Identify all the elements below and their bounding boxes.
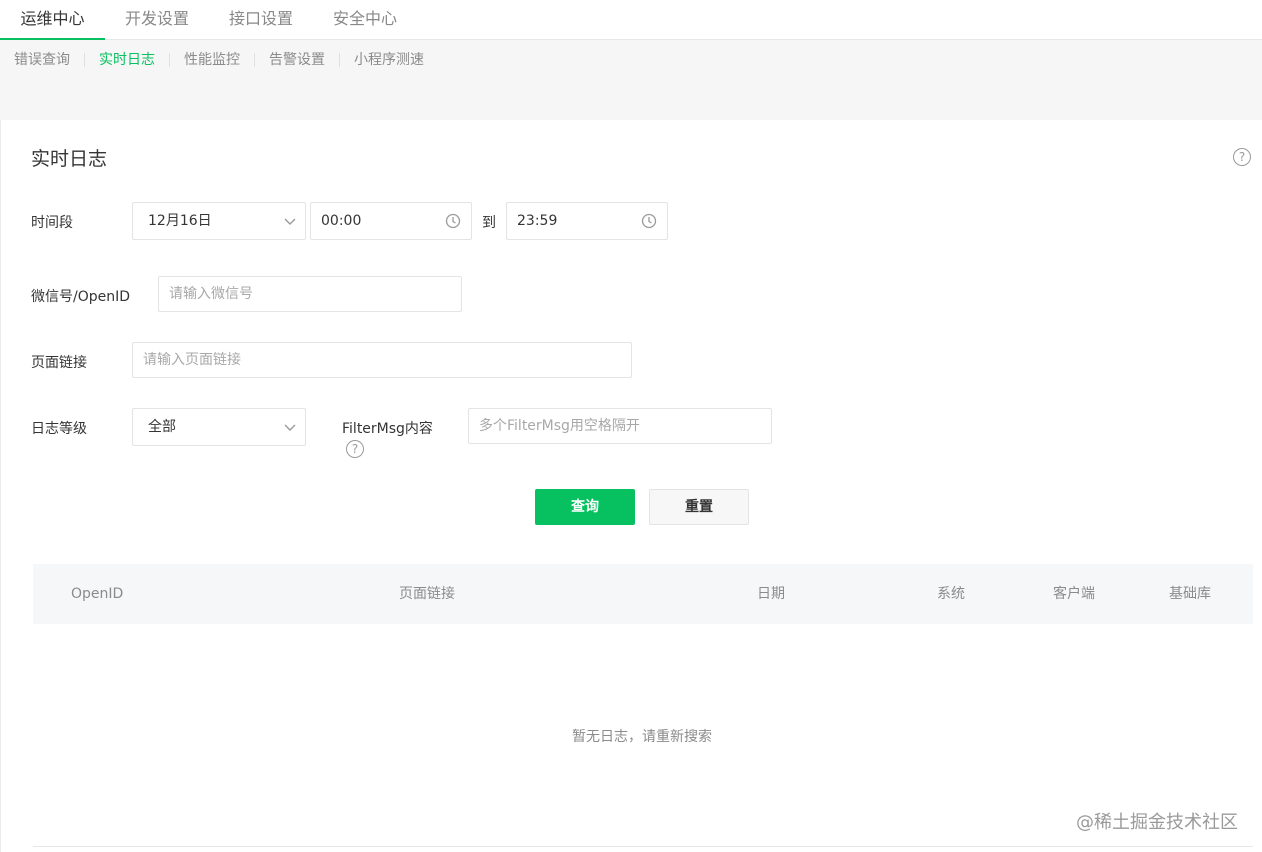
sub-nav: 错误查询 实时日志 性能监控 告警设置 小程序测速 (0, 40, 438, 80)
to-label: 到 (482, 215, 496, 231)
empty-state-text: 暂无日志，请重新搜索 (572, 729, 712, 745)
subnav-performance[interactable]: 性能监控 (170, 53, 255, 67)
wechat-id-field[interactable] (158, 276, 462, 312)
help-icon[interactable]: ? (1233, 148, 1251, 166)
col-date: 日期 (757, 586, 785, 602)
tab-security-center[interactable]: 安全中心 (320, 0, 410, 40)
subnav-speed-test[interactable]: 小程序测速 (340, 53, 438, 67)
clock-icon (445, 213, 461, 229)
subnav-realtime-log[interactable]: 实时日志 (85, 53, 170, 67)
col-system: 系统 (937, 586, 965, 602)
tab-dev-settings[interactable]: 开发设置 (112, 0, 202, 40)
table-bottom-divider (33, 846, 1253, 847)
col-base-lib: 基础库 (1169, 586, 1211, 602)
page-link-input[interactable] (133, 343, 631, 377)
date-select[interactable]: 12月16日 (132, 202, 306, 240)
main-panel: 实时日志 ? 时间段 12月16日 00:00 到 23:59 微信号/Open… (0, 120, 1262, 852)
chevron-down-icon (284, 424, 296, 431)
log-level-value: 全部 (148, 419, 176, 435)
watermark: @稀土掘金技术社区 (1076, 812, 1238, 833)
log-table-header: OpenID 页面链接 日期 系统 客户端 基础库 (33, 564, 1253, 624)
chevron-down-icon (284, 218, 296, 225)
col-page-link: 页面链接 (399, 586, 455, 602)
wechat-id-label: 微信号/OpenID (31, 289, 131, 305)
page-link-label: 页面链接 (31, 355, 87, 371)
end-time-picker[interactable]: 23:59 (506, 202, 668, 240)
sub-nav-area: 错误查询 实时日志 性能监控 告警设置 小程序测速 (0, 40, 1262, 120)
tab-ops-center[interactable]: 运维中心 (0, 0, 105, 40)
col-client: 客户端 (1053, 586, 1095, 602)
tab-api-settings[interactable]: 接口设置 (216, 0, 306, 40)
query-button[interactable]: 查询 (535, 489, 635, 525)
wechat-id-input[interactable] (159, 277, 461, 311)
start-time-picker[interactable]: 00:00 (310, 202, 472, 240)
subnav-alert-settings[interactable]: 告警设置 (255, 53, 340, 67)
start-time-value: 00:00 (321, 213, 362, 229)
end-time-value: 23:59 (517, 213, 558, 229)
page-title: 实时日志 (31, 148, 108, 170)
time-range-label: 时间段 (31, 215, 73, 231)
filter-help-icon[interactable]: ? (346, 440, 364, 458)
top-tab-bar: 运维中心 开发设置 接口设置 安全中心 (0, 0, 1262, 40)
date-value: 12月16日 (148, 213, 212, 229)
reset-button[interactable]: 重置 (649, 489, 749, 525)
log-level-label: 日志等级 (31, 421, 87, 437)
page-link-field[interactable] (132, 342, 632, 378)
filter-msg-input[interactable] (469, 409, 771, 443)
col-openid: OpenID (71, 586, 124, 602)
clock-icon (641, 213, 657, 229)
filter-msg-field[interactable] (468, 408, 772, 444)
log-level-select[interactable]: 全部 (132, 408, 306, 446)
subnav-error-query[interactable]: 错误查询 (0, 53, 85, 67)
filter-msg-label: FilterMsg内容 (342, 421, 433, 437)
